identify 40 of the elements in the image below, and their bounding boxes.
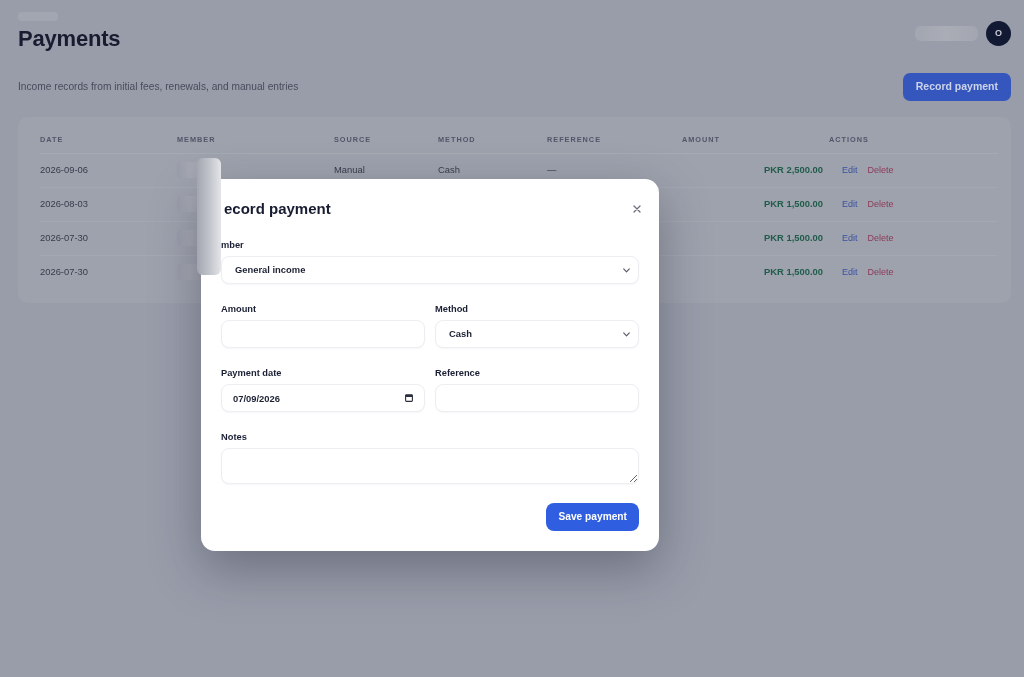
amount-text: PKR 1,500.00 — [764, 197, 823, 209]
user-avatar[interactable]: O — [986, 21, 1011, 46]
edit-link[interactable]: Edit — [842, 198, 858, 209]
table-cell: 2026-09-06 — [40, 163, 88, 175]
edit-link[interactable]: Edit — [842, 164, 858, 175]
page-subtitle: Income records from initial fees, renewals, and manual entries — [18, 80, 299, 95]
table-cell: 2026-07-30 — [40, 231, 88, 243]
page-title: Payments — [18, 26, 121, 52]
field-label: Amount — [221, 303, 257, 316]
table-cell: Cash — [438, 163, 460, 175]
field-label: Method — [435, 303, 469, 316]
select-field[interactable]: Cash — [435, 320, 639, 348]
chevron-down-icon — [623, 331, 630, 337]
date-field[interactable]: 07/09/2026 — [221, 384, 425, 412]
close-button[interactable] — [633, 205, 641, 213]
delete-link[interactable]: Delete — [867, 267, 894, 277]
amount-text: PKR 2,500.00 — [764, 163, 823, 175]
amount-text: PKR 1,500.00 — [764, 266, 823, 278]
field-label: Reference — [435, 367, 480, 380]
delete-link[interactable]: Delete — [867, 198, 894, 209]
save-payment-button[interactable]: Save payment — [546, 503, 639, 531]
delete-link[interactable]: Delete — [867, 232, 894, 243]
table-cell: Manual — [334, 163, 365, 175]
close-icon — [633, 205, 641, 213]
amount-text: PKR 1,500.00 — [764, 231, 823, 243]
field-label: Notes — [221, 431, 247, 444]
field-label: Payment date — [221, 367, 282, 380]
field-label: mber — [221, 239, 244, 252]
edit-link[interactable]: Edit — [842, 232, 858, 243]
edit-link[interactable]: Edit — [842, 267, 858, 277]
table-cell: — — [547, 163, 557, 175]
textarea-field[interactable] — [221, 448, 639, 484]
record-payment-button[interactable]: Record payment — [902, 73, 1011, 101]
calendar-icon — [405, 394, 413, 402]
delete-link[interactable]: Delete — [867, 164, 894, 175]
dialog-title: ecord payment — [224, 199, 331, 219]
chevron-down-icon — [623, 267, 630, 273]
table-cell: 2026-07-30 — [40, 266, 88, 278]
select-field[interactable]: General income — [221, 256, 639, 284]
table-cell: 2026-08-03 — [40, 197, 88, 209]
